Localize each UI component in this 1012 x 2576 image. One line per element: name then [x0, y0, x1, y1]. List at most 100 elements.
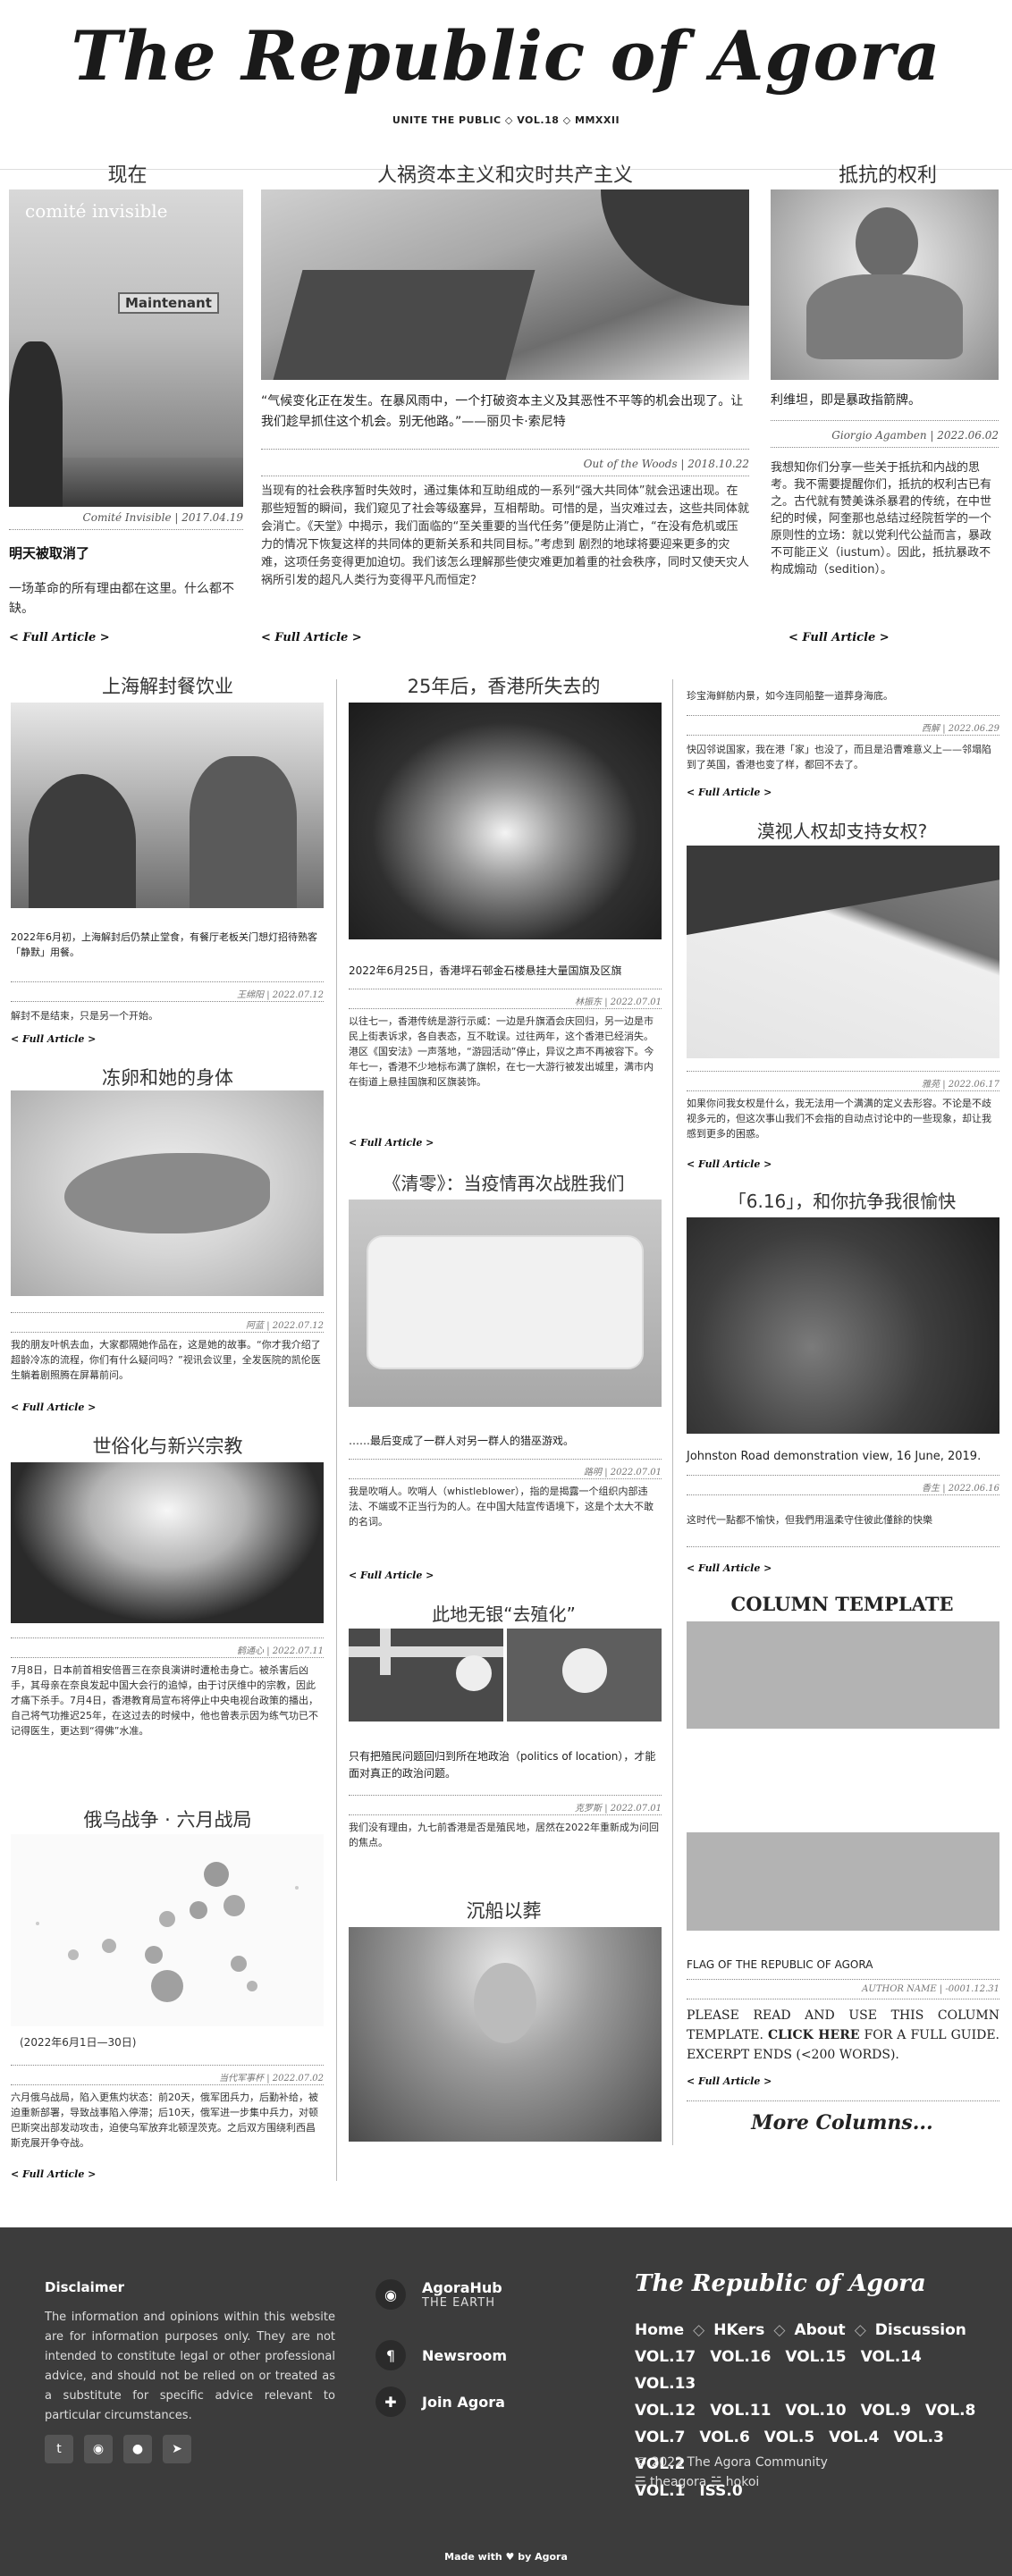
masthead: The Republic of Agora UNITE THE PUBLIC ◇…: [0, 0, 1012, 170]
copyright-text: © 2022 The Agora Community: [635, 2455, 828, 2470]
flag-stripe: [349, 1646, 503, 1657]
footer-brand[interactable]: The Republic of Agora: [635, 2270, 926, 2297]
link-volume[interactable]: VOL.12: [635, 2402, 696, 2420]
section-title-zero[interactable]: 《清零》：当疫情再次战胜我们: [345, 1169, 662, 1195]
section-title-eggs[interactable]: 冻卵和她的身体: [9, 1064, 326, 1090]
divider: [687, 1979, 999, 1980]
article-image-building[interactable]: [349, 703, 662, 939]
link-volume[interactable]: VOL.8: [925, 2402, 975, 2420]
article-image-ritual[interactable]: [11, 1462, 324, 1623]
reddit-icon[interactable]: ●: [123, 2435, 152, 2463]
section-title-decolonize[interactable]: 此地无银“去殖化”: [345, 1600, 662, 1626]
link-volume[interactable]: VOL.9: [861, 2402, 911, 2420]
divider: [687, 735, 999, 736]
link-volume[interactable]: VOL.6: [699, 2429, 749, 2446]
war-bubble-graphic[interactable]: [11, 1834, 324, 2026]
bubble-svg: [36, 1862, 299, 2002]
link-about[interactable]: About: [794, 2321, 845, 2339]
article-excerpt: 珍宝海鲜舫内景，如今连同船整一道葬身海底。: [687, 690, 893, 702]
puzzle-icon: ✚: [375, 2387, 406, 2417]
section-title-hk[interactable]: 25年后，香港所失去的: [345, 672, 662, 699]
credits-text[interactable]: ☰ theagora ☱ hokoi: [635, 2472, 828, 2492]
article-meta: 鹤通心 | 2022.07.11: [237, 1646, 324, 1656]
full-article-link[interactable]: < Full Article >: [687, 787, 772, 798]
divider: [11, 1332, 324, 1333]
template-guide-link[interactable]: CLICK HERE: [768, 2028, 860, 2042]
section-title-now[interactable]: 现在: [9, 159, 246, 188]
full-article-link[interactable]: < Full Article >: [687, 1562, 772, 1574]
article-excerpt: 当现有的社会秩序暂时失效时，通过集体和互助组成的一系列“强大共同体”就会迅速出现…: [261, 484, 750, 587]
full-article-link[interactable]: < Full Article >: [789, 631, 890, 644]
nav-join[interactable]: ✚ Join Agora: [375, 2387, 505, 2417]
github-icon[interactable]: ◉: [84, 2435, 113, 2463]
site-title[interactable]: The Republic of Agora: [0, 16, 1012, 96]
more-columns-link[interactable]: More Columns...: [681, 2111, 1003, 2134]
full-article-link[interactable]: < Full Article >: [9, 631, 110, 644]
article-image-penguins[interactable]: [687, 846, 999, 1058]
full-article-link[interactable]: < Full Article >: [349, 1137, 434, 1149]
section-title-616[interactable]: 「6.16」，和你抗争我很愉快: [681, 1187, 1003, 1213]
image-caption: 2022年6月25日，香港坪石邨金石楼悬挂大量国旗及区旗: [349, 964, 622, 977]
full-article-link[interactable]: < Full Article >: [687, 1158, 772, 1170]
divider: [11, 2065, 324, 2066]
link-volume[interactable]: VOL.11: [710, 2402, 771, 2420]
link-volume[interactable]: VOL.10: [785, 2402, 846, 2420]
divider: [687, 2100, 999, 2101]
link-discussion[interactable]: Discussion: [875, 2321, 966, 2339]
article-image-mask[interactable]: [349, 1200, 662, 1407]
telegram-icon[interactable]: ➤: [163, 2435, 191, 2463]
nav-label[interactable]: Join Agora: [422, 2394, 505, 2411]
link-home[interactable]: Home: [635, 2321, 684, 2339]
nav-agorahub[interactable]: ◉ AgoraHub THE EARTH: [375, 2279, 502, 2310]
nav-label[interactable]: AgoraHub: [422, 2279, 502, 2296]
article-excerpt: 六月俄乌战局，陷入更焦灼状态：前20天，俄军团兵力，后勤补给，被迫重新部署，导致…: [11, 2092, 318, 2149]
article-image-leviathan[interactable]: [771, 189, 999, 380]
link-volume[interactable]: VOL.13: [635, 2375, 696, 2393]
link-volume[interactable]: VOL.3: [893, 2429, 943, 2446]
twitter-icon[interactable]: t: [45, 2435, 73, 2463]
link-volume[interactable]: VOL.4: [829, 2429, 879, 2446]
nav-label[interactable]: Newsroom: [422, 2347, 507, 2364]
section-title-religion[interactable]: 世俗化与新兴宗教: [9, 1432, 326, 1459]
link-volume[interactable]: VOL.7: [635, 2429, 685, 2446]
image-caption: 只有把殖民问题回归到所在地政治（politics of location），才能…: [349, 1750, 656, 1780]
article-headline[interactable]: 明天被取消了: [9, 543, 89, 562]
link-volume[interactable]: VOL.17: [635, 2348, 696, 2366]
full-article-link[interactable]: < Full Article >: [11, 2168, 96, 2180]
made-with-text: Made with ♥ by Agora: [444, 2551, 568, 2563]
full-article-link[interactable]: < Full Article >: [11, 1033, 96, 1045]
full-article-link[interactable]: < Full Article >: [11, 1402, 96, 1413]
section-title-penguin[interactable]: 漠视人权却支持女权?: [681, 817, 1003, 843]
flags-image[interactable]: [349, 1629, 662, 1722]
article-image-wings[interactable]: [11, 1090, 324, 1296]
link-volume[interactable]: VOL.14: [861, 2348, 922, 2366]
image-caption: 2022年6月初，上海解封后仍禁止堂食，有餐厅老板关门想灯招待熟客「静默」用餐。: [11, 931, 317, 958]
section-title-resistance[interactable]: 抵抗的权利: [771, 159, 1005, 188]
section-title-sinking[interactable]: 沉船以葬: [345, 1897, 662, 1924]
full-article-link[interactable]: < Full Article >: [687, 2075, 772, 2087]
article-image-restaurant[interactable]: [11, 703, 324, 908]
full-article-link[interactable]: < Full Article >: [261, 631, 362, 644]
wing-shape: [64, 1153, 270, 1233]
section-title-war[interactable]: 俄乌战争 · 六月战局: [9, 1806, 326, 1832]
nav-newsroom[interactable]: ¶ Newsroom: [375, 2340, 507, 2370]
article-excerpt: 我的朋友叶帆去血，大家都隔她作品在，这是她的故事。“你才我介绍了超龄冷冻的流程，…: [11, 1339, 321, 1381]
article-excerpt: 我们没有理由，九七前香港是否是殖民地，居然在2022年重新成为问回的焦点。: [349, 1822, 659, 1848]
link-volume[interactable]: VOL.15: [785, 2348, 846, 2366]
article-image-protest[interactable]: [687, 1217, 999, 1434]
article-image-jumbo[interactable]: [349, 1927, 662, 2142]
divider: [11, 1637, 324, 1638]
link-volume[interactable]: VOL.16: [710, 2348, 771, 2366]
article-meta: 雅苑 | 2022.06.17: [922, 1080, 999, 1090]
section-title-template[interactable]: COLUMN TEMPLATE: [681, 1593, 1003, 1615]
copyright: © 2022 The Agora Community ☰ theagora ☱ …: [635, 2453, 828, 2492]
link-hkers[interactable]: HKers: [713, 2321, 764, 2339]
section-title-shanghai[interactable]: 上海解封餐饮业: [9, 672, 326, 699]
image-caption: FLAG OF THE REPUBLIC OF AGORA: [687, 1958, 873, 1971]
article-meta: Out of the Woods | 2018.10.22: [583, 458, 749, 470]
article-image-maintenant[interactable]: comité invisible Maintenant: [9, 189, 243, 507]
link-volume[interactable]: VOL.5: [764, 2429, 814, 2446]
full-article-link[interactable]: < Full Article >: [349, 1570, 434, 1581]
section-title-disaster[interactable]: 人祸资本主义和灾时共产主义: [259, 159, 751, 188]
article-image-disaster[interactable]: [261, 189, 749, 380]
